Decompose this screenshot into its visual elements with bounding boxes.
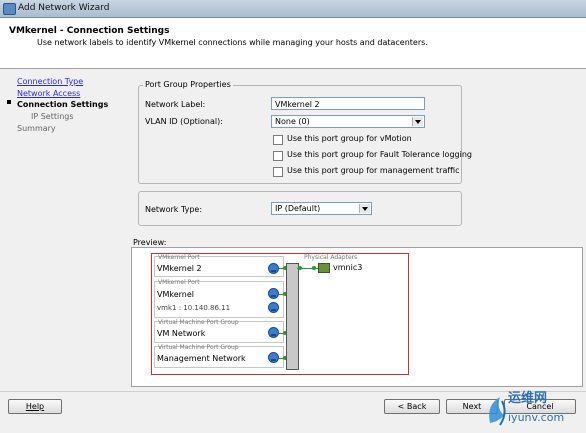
wizard-icon <box>3 3 16 15</box>
nav-connection-type[interactable]: Connection Type <box>17 77 83 86</box>
nav-network-access[interactable]: Network Access <box>17 89 80 98</box>
vlan-id-select[interactable]: None (0) <box>271 115 425 128</box>
vmkernel-port-icon <box>268 288 279 299</box>
vm-port-group-icon <box>268 327 279 338</box>
vlan-id-label: VLAN ID (Optional): <box>145 117 223 126</box>
back-button-label: < Back <box>397 402 427 411</box>
watermark-url: iyunv.com <box>508 411 565 424</box>
port-name: VM Network <box>157 329 206 338</box>
window-title: Add Network Wizard <box>18 3 110 13</box>
link-dot-icon <box>312 266 316 270</box>
port-name: VMkernel 2 <box>157 264 202 273</box>
page-title: VMkernel - Connection Settings <box>9 26 170 36</box>
port-caption: VMkernel Port <box>158 279 200 286</box>
physical-adapters-caption: Physical Adapters <box>304 254 358 261</box>
wizard-header: VMkernel - Connection Settings Use netwo… <box>0 18 586 69</box>
port-caption: Virtual Machine Port Group <box>158 344 239 351</box>
nav-summary: Summary <box>17 124 56 133</box>
network-adapter-icon <box>318 263 330 273</box>
next-button-label: Next <box>462 402 482 411</box>
nav-ip-settings: IP Settings <box>31 112 74 121</box>
vlan-id-value: None (0) <box>275 117 310 126</box>
port-group-properties-legend: Port Group Properties <box>143 80 233 89</box>
chevron-down-icon <box>359 204 370 213</box>
fault-tolerance-checkbox[interactable] <box>273 151 283 161</box>
network-type-label: Network Type: <box>145 205 203 214</box>
link-dot-icon <box>298 266 302 270</box>
window-title-bar: Add Network Wizard <box>0 0 586 18</box>
vmkernel-port-icon <box>268 302 279 313</box>
preview-label: Preview: <box>133 238 167 247</box>
help-button[interactable]: Help <box>8 399 62 414</box>
port-name: VMkernel <box>157 290 195 299</box>
network-label-input[interactable]: VMkernel 2 <box>271 97 425 110</box>
help-button-label: Help <box>25 402 45 411</box>
port-caption: VMkernel Port <box>158 254 200 261</box>
watermark: 运维网 iyunv.com <box>482 385 586 431</box>
adapter-name: vmnic3 <box>333 263 363 272</box>
network-type-select[interactable]: IP (Default) <box>271 202 372 215</box>
network-type-value: IP (Default) <box>275 204 321 213</box>
vmotion-label: Use this port group for vMotion <box>287 134 412 143</box>
port-name: Management Network <box>157 354 246 363</box>
nav-connection-settings: Connection Settings <box>17 100 109 109</box>
management-traffic-label: Use this port group for management traff… <box>287 166 460 175</box>
vmkernel-port-icon <box>268 263 279 274</box>
back-button[interactable]: < Back <box>384 399 440 414</box>
management-traffic-checkbox[interactable] <box>273 167 283 177</box>
vmotion-checkbox[interactable] <box>273 135 283 145</box>
page-subtitle: Use network labels to identify VMkernel … <box>37 38 428 47</box>
network-label-label: Network Label: <box>145 100 206 109</box>
watermark-text: 运维网 <box>508 391 548 406</box>
vm-port-group-icon <box>268 352 279 363</box>
port-detail: vmk1 : 10.140.86.11 <box>157 304 231 312</box>
port-caption: Virtual Machine Port Group <box>158 319 239 326</box>
vswitch-bar <box>286 263 299 370</box>
current-step-bullet-icon <box>7 100 11 104</box>
fault-tolerance-label: Use this port group for Fault Tolerance … <box>287 150 472 159</box>
chevron-down-icon <box>412 117 423 126</box>
port-vmkernel <box>154 281 284 318</box>
